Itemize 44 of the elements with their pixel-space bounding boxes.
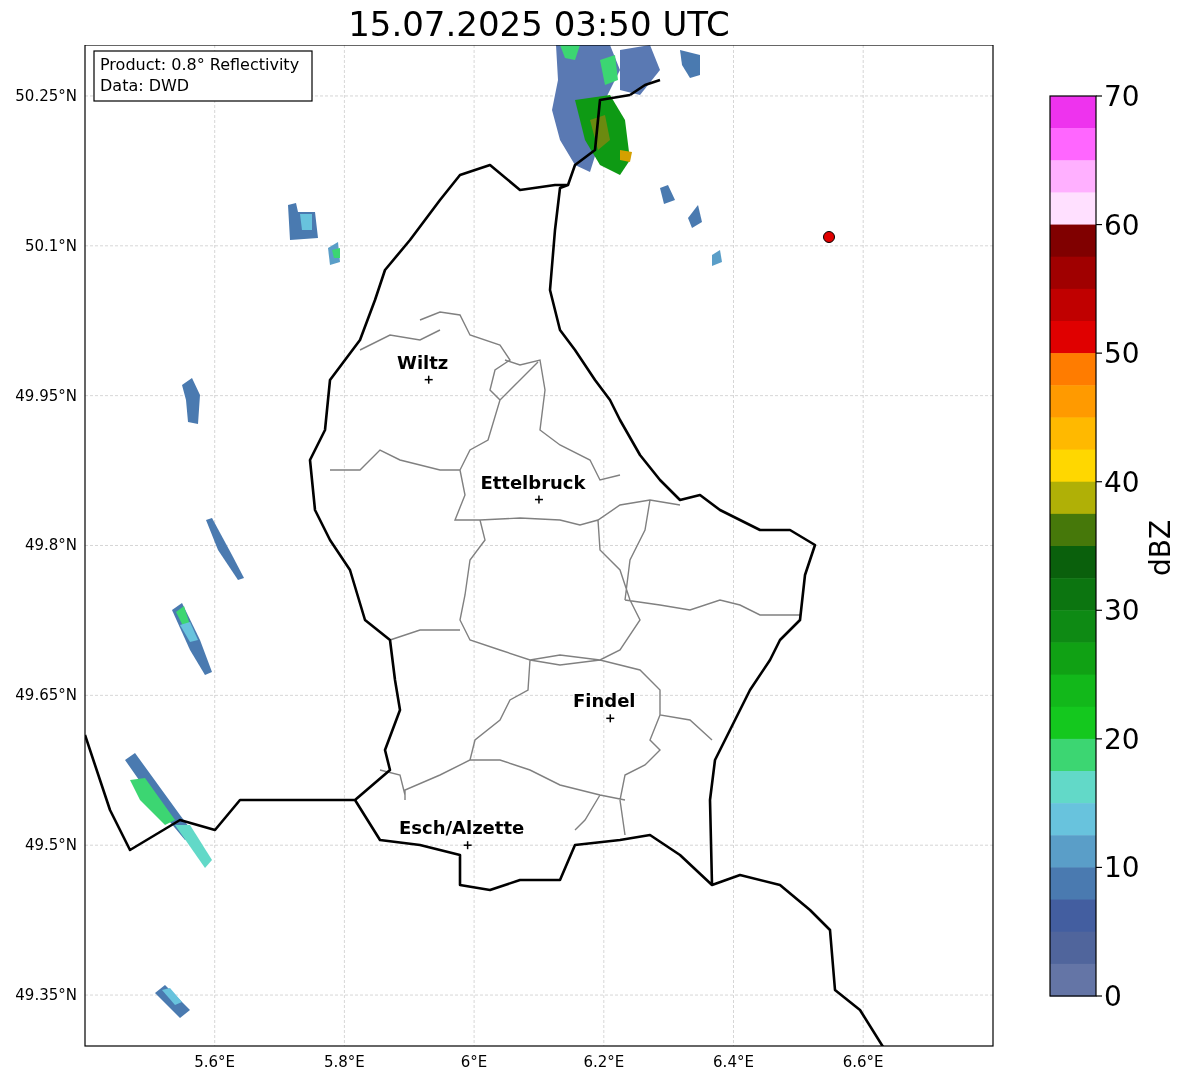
radar-echo [660,185,675,204]
axis-tick-label: 49.95°N [15,386,77,405]
city-marker-icon [605,713,616,724]
chart-title: 15.07.2025 03:50 UTC [348,7,730,41]
axis-tick-label: 6°E [460,1053,488,1071]
axis-tick-label: 5.8°E [324,1053,365,1071]
axis-tick-label: 5.6°E [194,1053,236,1071]
location-dot [823,231,835,243]
radar-echo [182,378,200,424]
axis-tick-label: 49.35°N [15,986,77,1005]
radar-echo [155,985,190,1018]
radar-echo [680,50,700,78]
axis-tick-label: 6.2°E [583,1053,625,1071]
colorbar-tick-label: 50 [1104,337,1140,371]
colorbar-tick-label: 70 [1104,80,1140,113]
axis-tick-label: 49.65°N [15,686,77,705]
axis-tick-label: 49.8°N [24,536,77,555]
axis-tick-label: 50.25°N [15,86,77,105]
colorbar-tick-label: 30 [1104,594,1140,628]
colorbar-tick-label: 10 [1104,851,1140,885]
city-label: Findel [573,690,636,712]
city-label: Wiltz [397,351,449,373]
info-text: Product: 0.8° Reflectivity [100,55,300,74]
axis-tick-label: 49.5°N [24,836,77,855]
radar-echo [288,203,318,240]
city-marker-icon [423,374,434,385]
colorbar-tick-label: 60 [1104,208,1140,242]
colorbar-tick-label: 40 [1104,465,1140,499]
city-label: Esch/Alzette [398,817,525,839]
radar-echo [172,603,212,675]
radar-echo [206,518,244,580]
colorbar-tick-label: 0 [1104,980,1122,1013]
colorbar-tick-label: 20 [1104,722,1140,756]
axis-tick-label: 6.4°E [713,1053,754,1071]
info-text: Data: DWD [100,76,190,95]
radar-echo [328,242,340,265]
colorbar-label: dBZ [1144,519,1177,577]
radar-echo [688,205,702,228]
city-marker-icon [534,494,544,505]
radar-echo [712,250,722,266]
axis-tick-label: 6.6°E [842,1053,884,1071]
axis-tick-label: 50.1°N [24,236,77,255]
city-label: Ettelbruck [480,471,586,493]
city-marker-icon [462,840,473,850]
